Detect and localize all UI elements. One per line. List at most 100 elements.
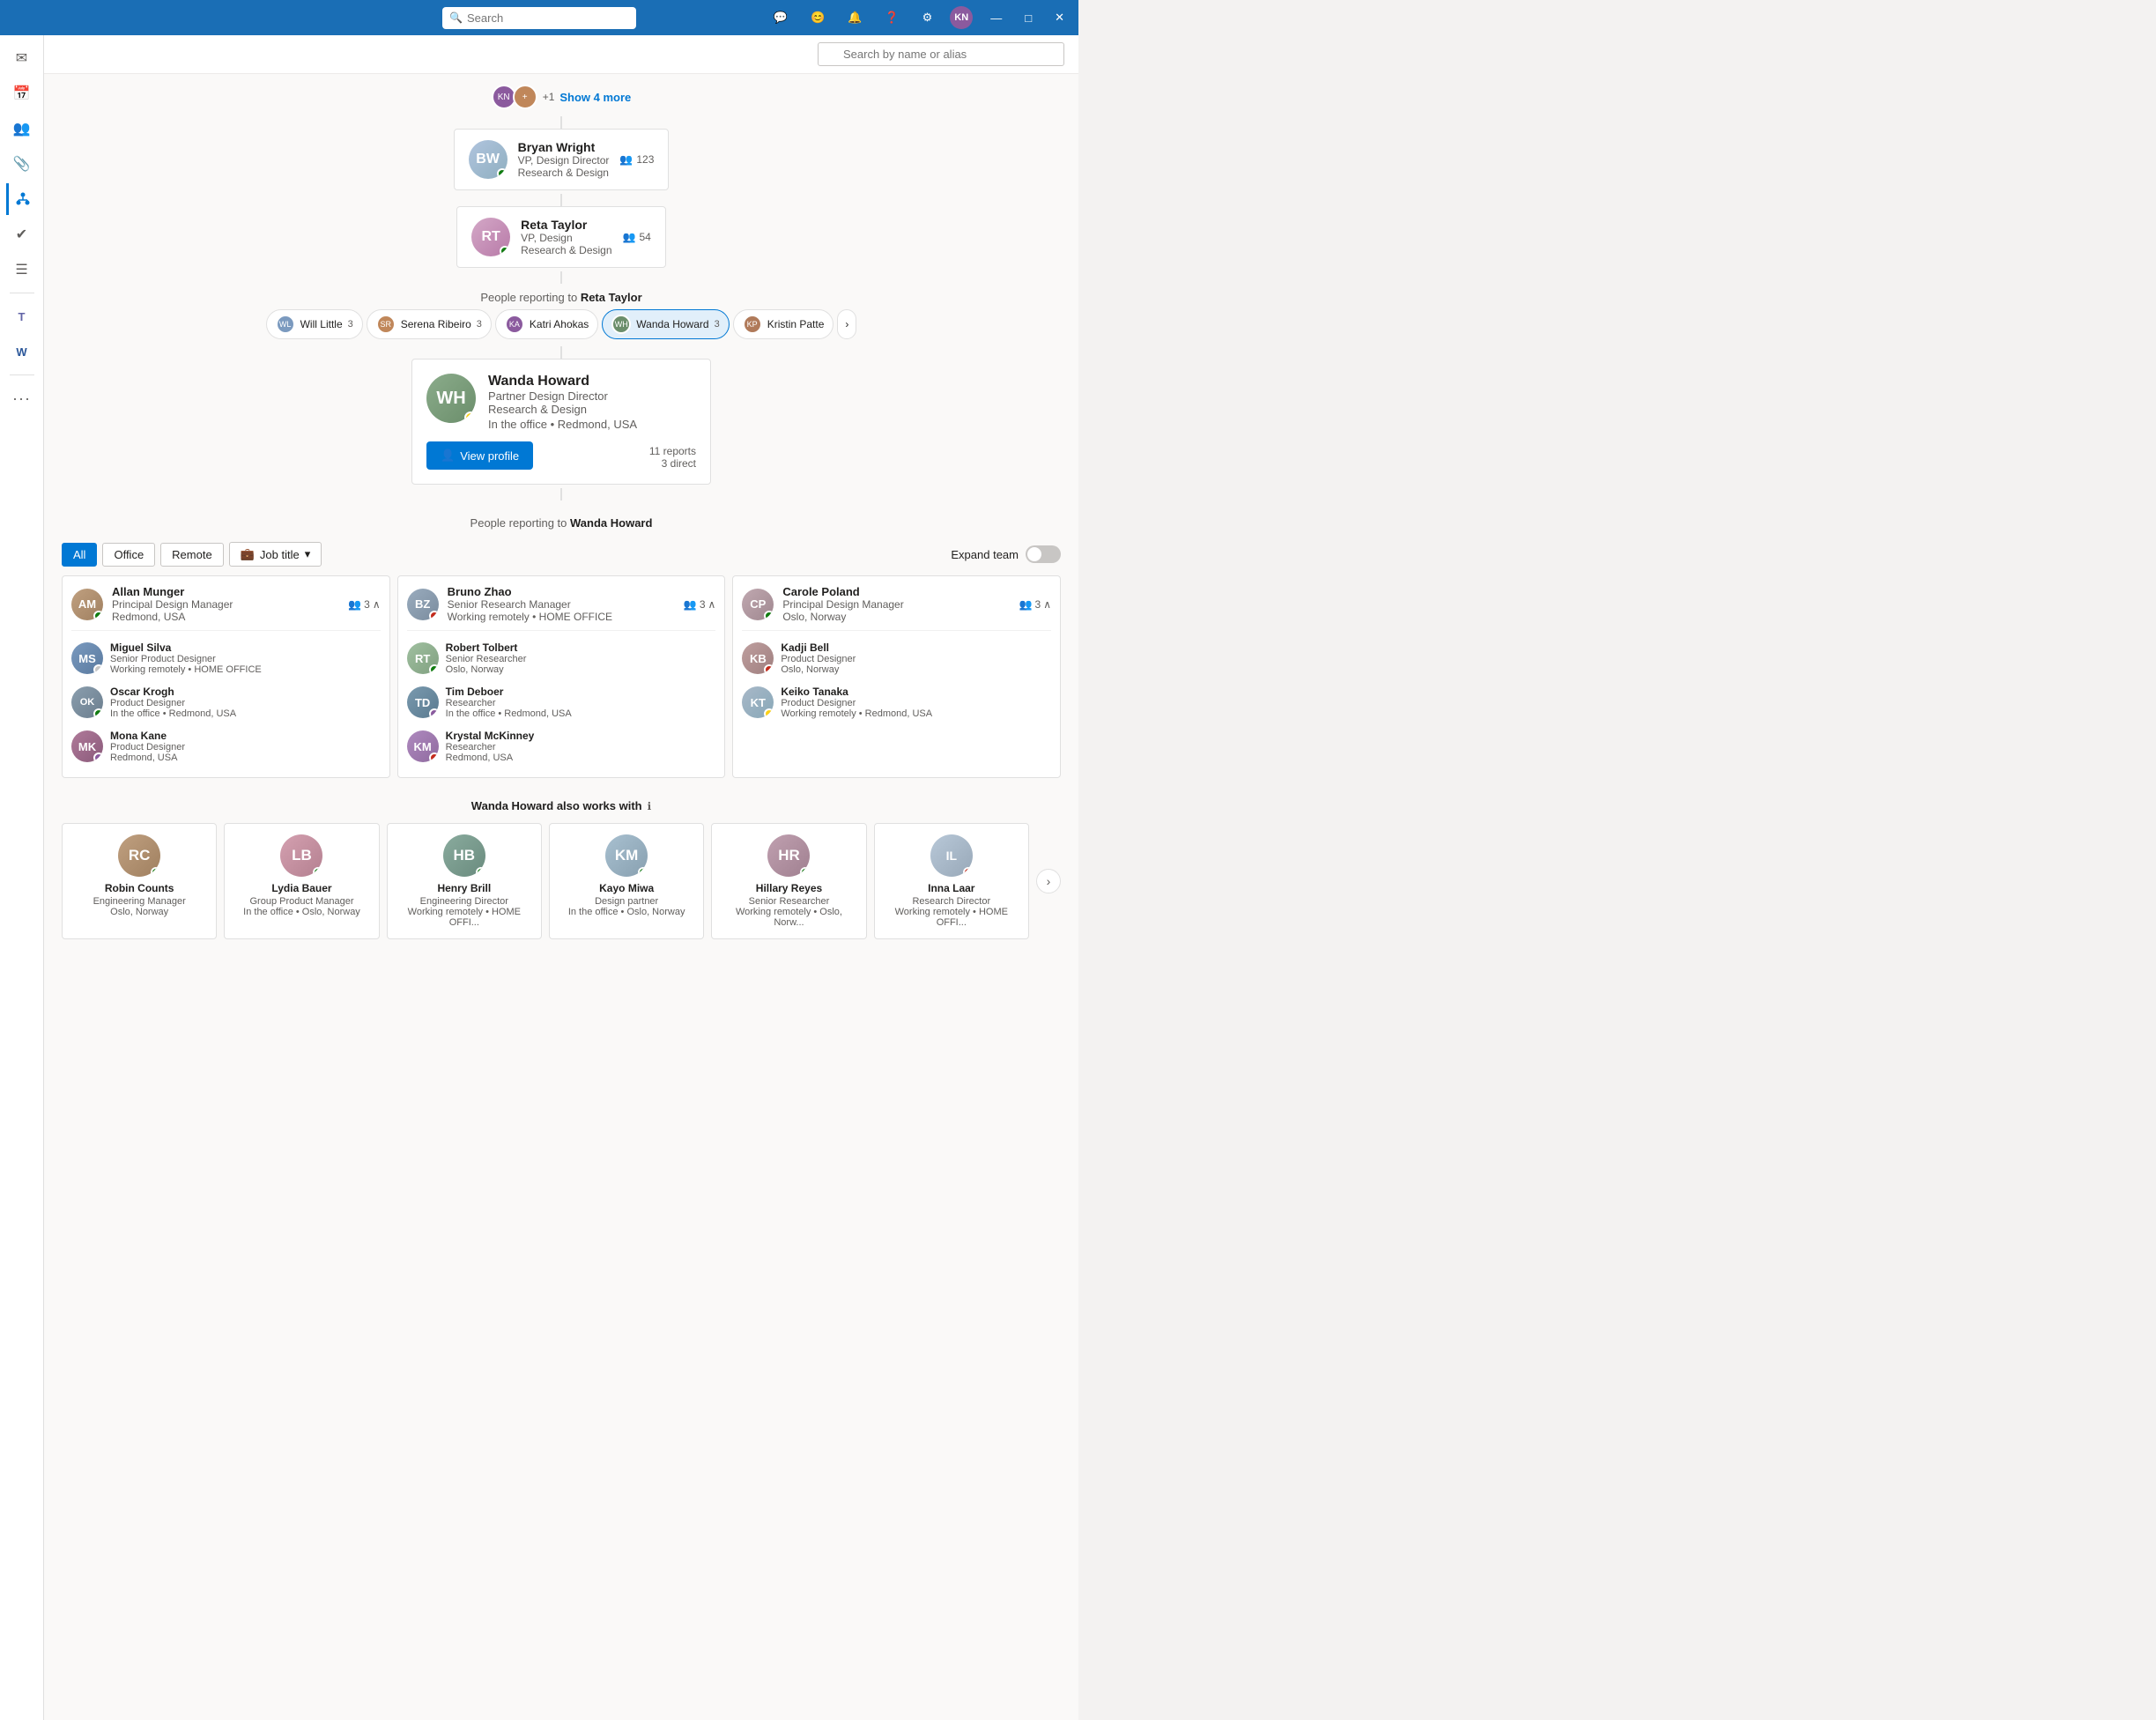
tab-wanda[interactable]: WH Wanda Howard 3 <box>602 309 729 339</box>
user-avatar[interactable]: KN <box>950 6 973 29</box>
alias-search-input[interactable] <box>818 42 1064 66</box>
filter-jobtitle[interactable]: 💼 Job title ▾ <box>229 542 322 567</box>
avatar-henry: HB <box>443 834 485 877</box>
expand-team-toggle[interactable] <box>1026 545 1061 563</box>
person-card-bryan[interactable]: BW Bryan Wright VP, Design Director Rese… <box>454 129 670 190</box>
filter-section: All Office Remote 💼 Job title ▾ Expand t… <box>44 533 1078 575</box>
info-miguel: Miguel Silva Senior Product Designer Wor… <box>110 641 262 675</box>
sidebar-item-files[interactable]: 📎 <box>6 148 38 180</box>
help-icon[interactable]: ❓ <box>879 9 904 26</box>
tab-more[interactable]: › <box>837 309 856 339</box>
filter-office[interactable]: Office <box>102 543 155 567</box>
member-oscar[interactable]: OK Oscar Krogh Product Designer In the o… <box>71 680 381 724</box>
sidebar-item-more[interactable]: ··· <box>6 382 38 414</box>
info-kadji: Kadji Bell Product Designer Oslo, Norway <box>781 641 856 675</box>
connector-4 <box>62 346 1061 359</box>
status-mona <box>93 752 103 762</box>
avatar-extra: + <box>513 85 537 109</box>
minimize-button[interactable]: — <box>985 10 1007 26</box>
coworker-henry[interactable]: HB Henry Brill Engineering Director Work… <box>387 823 542 939</box>
status-hillary <box>800 867 810 877</box>
coworker-loc-inna: Working remotely • HOME OFFI... <box>885 907 1018 928</box>
expand-icon-1[interactable]: ∧ <box>708 598 716 611</box>
close-button[interactable]: ✕ <box>1049 9 1070 26</box>
tab-count-serena: 3 <box>477 319 482 330</box>
titlebar-search-input[interactable] <box>442 7 636 29</box>
connector-2 <box>560 194 562 206</box>
avatar-reta: RT <box>471 218 510 256</box>
tab-katri[interactable]: KA Katri Ahokas <box>495 309 598 339</box>
selected-person-card: WH Wanda Howard Partner Design Director … <box>411 359 711 485</box>
filter-all[interactable]: All <box>62 543 97 567</box>
sidebar-item-word[interactable]: W <box>6 336 38 367</box>
avatar-serena: SR <box>376 315 396 334</box>
view-profile-button[interactable]: 👤 View profile <box>426 441 533 470</box>
coworker-title-lydia: Group Product Manager <box>249 896 353 907</box>
coworker-loc-robin: Oslo, Norway <box>110 907 168 917</box>
reports-icon-reta: 👥 <box>623 231 636 243</box>
avatar-krystal: KM <box>407 730 439 762</box>
team-manager-2[interactable]: CP Carole Poland Principal Design Manage… <box>742 585 1051 631</box>
tab-kristin[interactable]: KP Kristin Patte <box>733 309 834 339</box>
expand-icon-2[interactable]: ∧ <box>1043 598 1051 611</box>
coworker-hillary[interactable]: HR Hillary Reyes Senior Researcher Worki… <box>711 823 866 939</box>
reporting-label-reta: People reporting to Reta Taylor <box>62 284 1061 309</box>
coworker-name-inna: Inna Laar <box>928 882 974 894</box>
info-krystal: Krystal McKinney Researcher Redmond, USA <box>446 730 535 763</box>
sidebar-item-teams[interactable]: T <box>6 300 38 332</box>
settings-icon[interactable]: ⚙ <box>917 9 938 26</box>
maximize-button[interactable]: □ <box>1019 10 1037 26</box>
member-miguel[interactable]: MS Miguel Silva Senior Product Designer … <box>71 636 381 680</box>
filter-remote[interactable]: Remote <box>160 543 224 567</box>
avatar-katri: KA <box>505 315 524 334</box>
sidebar-item-mail[interactable]: ✉ <box>6 42 38 74</box>
coworker-lydia[interactable]: LB Lydia Bauer Group Product Manager In … <box>224 823 379 939</box>
member-krystal[interactable]: KM Krystal McKinney Researcher Redmond, … <box>407 724 716 768</box>
member-kadji[interactable]: KB Kadji Bell Product Designer Oslo, Nor… <box>742 636 1051 680</box>
coworker-robin[interactable]: RC Robin Counts Engineering Manager Oslo… <box>62 823 217 939</box>
sidebar-item-orgchart[interactable] <box>6 183 38 215</box>
team-manager-0[interactable]: AM Allan Munger Principal Design Manager… <box>71 585 381 631</box>
briefcase-icon: 💼 <box>241 547 255 561</box>
status-robert <box>429 664 439 674</box>
tab-serena[interactable]: SR Serena Ribeiro 3 <box>367 309 492 339</box>
member-mona[interactable]: MK Mona Kane Product Designer Redmond, U… <box>71 724 381 768</box>
sidebar-item-people[interactable]: 👥 <box>6 113 38 145</box>
reports-allan: 👥3 ∧ <box>348 598 380 611</box>
sidebar: ✉ 📅 👥 📎 ✔ ☰ T W ··· <box>0 35 44 1720</box>
bell-icon[interactable]: 🔔 <box>842 9 867 26</box>
sidebar-item-stream[interactable]: ☰ <box>6 254 38 285</box>
member-keiko[interactable]: KT Keiko Tanaka Product Designer Working… <box>742 680 1051 724</box>
orgchart-section: KN + +1 Show 4 more BW Bryan Wright <box>44 74 1078 511</box>
titlebar-search-wrap: 🔍 <box>442 7 636 29</box>
team-manager-1[interactable]: BZ Bruno Zhao Senior Research Manager Wo… <box>407 585 716 631</box>
member-tim[interactable]: TD Tim Deboer Researcher In the office •… <box>407 680 716 724</box>
show-more-button[interactable]: Show 4 more <box>559 91 631 104</box>
coworker-name-henry: Henry Brill <box>437 882 491 894</box>
avatar-will: WL <box>276 315 295 334</box>
carousel-next-button[interactable]: › <box>1036 869 1061 893</box>
coworker-inna[interactable]: IL Inna Laar Research Director Working r… <box>874 823 1029 939</box>
team-column-1: BZ Bruno Zhao Senior Research Manager Wo… <box>397 575 726 778</box>
connector-3 <box>62 271 1061 284</box>
info-icon[interactable]: ℹ <box>648 800 652 812</box>
person-card-reta[interactable]: RT Reta Taylor VP, Design Research & Des… <box>456 206 666 268</box>
sidebar-divider-2 <box>10 374 34 375</box>
avatar-bruno: BZ <box>407 589 439 620</box>
status-lydia <box>313 867 322 877</box>
avatar-bryan: BW <box>469 140 508 179</box>
coworker-title-inna: Research Director <box>912 896 990 907</box>
show-more-row: KN + +1 Show 4 more <box>62 85 1061 109</box>
sidebar-item-tasks[interactable]: ✔ <box>6 219 38 250</box>
member-robert[interactable]: RT Robert Tolbert Senior Researcher Oslo… <box>407 636 716 680</box>
chat-icon[interactable]: 💬 <box>768 9 793 26</box>
expand-icon-0[interactable]: ∧ <box>373 598 381 611</box>
avatar-kayo: KM <box>605 834 648 877</box>
tab-will[interactable]: WL Will Little 3 <box>266 309 363 339</box>
sidebar-item-calendar[interactable]: 📅 <box>6 78 38 109</box>
coworker-loc-lydia: In the office • Oslo, Norway <box>243 907 360 917</box>
reactions-icon[interactable]: 😊 <box>805 9 830 26</box>
status-wanda <box>464 411 476 423</box>
coworker-kayo[interactable]: KM Kayo Miwa Design partner In the offic… <box>549 823 704 939</box>
tab-label-serena: Serena Ribeiro <box>401 318 471 330</box>
